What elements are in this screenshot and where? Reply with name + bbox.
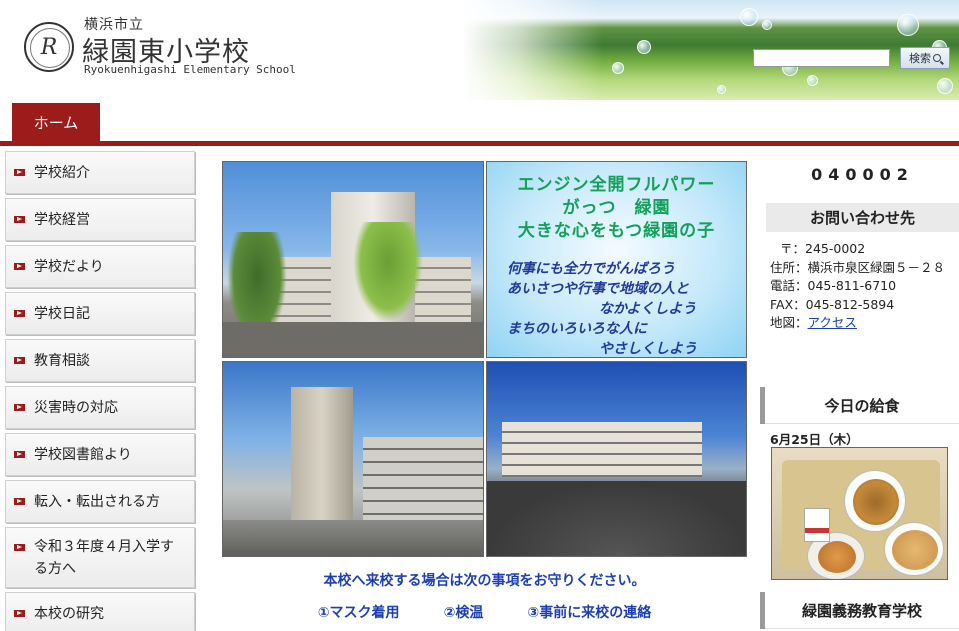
site-header: R 横浜市立 緑園東小学校 Ryokuenhigashi Elementary … <box>0 0 959 100</box>
sidebar-item-school-management[interactable]: 学校経営 <box>5 198 195 241</box>
bubble-decoration <box>612 62 624 74</box>
visitor-rules: ①マスク着用 ②検温 ③事前に来校の連絡 <box>222 602 747 622</box>
arrow-bullet-icon <box>14 216 25 223</box>
sidebar-item-school-diary[interactable]: 学校日記 <box>5 292 195 335</box>
contact-heading: お問い合わせ先 <box>766 203 959 232</box>
lunch-photo <box>771 447 948 580</box>
bubble-decoration <box>807 75 818 86</box>
arrow-bullet-icon <box>14 169 25 176</box>
school-grounds-photo <box>486 361 747 557</box>
bubble-decoration <box>740 8 758 26</box>
arrow-bullet-icon <box>14 310 25 317</box>
arrow-bullet-icon <box>14 357 25 364</box>
school-emblem-logo: R <box>24 22 74 72</box>
search-button[interactable]: 検索 <box>900 47 950 69</box>
school-building-photo-1 <box>222 161 484 358</box>
bubble-decoration <box>897 14 919 36</box>
bubble-decoration <box>717 85 726 94</box>
access-map-link[interactable]: アクセス <box>808 315 857 330</box>
sidebar-item-new-students[interactable]: 令和３年度４月入学する方へ <box>5 527 195 588</box>
school-name-english: Ryokuenhigashi Elementary School <box>84 63 296 76</box>
rule-mask: ①マスク着用 <box>317 605 400 621</box>
sidebar-item-research[interactable]: 本校の研究 <box>5 592 195 631</box>
search-input[interactable] <box>753 49 890 67</box>
sidebar-item-school-intro[interactable]: 学校紹介 <box>5 151 195 194</box>
milk-carton <box>804 508 830 542</box>
bubble-decoration <box>637 40 651 54</box>
sidebar-item-newsletter[interactable]: 学校だより <box>5 245 195 288</box>
arrow-bullet-icon <box>14 404 25 411</box>
arrow-bullet-icon <box>14 544 25 551</box>
lunch-date: 6月25日（木） <box>770 432 859 447</box>
sidebar-item-library[interactable]: 学校図書館より <box>5 433 195 476</box>
arrow-bullet-icon <box>14 263 25 270</box>
search-icon <box>933 54 941 62</box>
global-nav: ホーム <box>0 100 959 146</box>
nav-home-tab[interactable]: ホーム <box>12 103 100 141</box>
sidebar-item-disaster-response[interactable]: 災害時の対応 <box>5 386 195 429</box>
visitor-notice: 本校へ来校する場合は次の事項をお守りください。 <box>323 573 646 589</box>
bubble-decoration <box>937 78 953 94</box>
rule-temperature: ②検温 <box>443 605 484 621</box>
sidebar-item-counseling[interactable]: 教育相談 <box>5 339 195 382</box>
bubble-decoration <box>762 20 772 30</box>
contact-info: 〒：245-0002 住所：横浜市泉区緑園５－２８ 電話：045-811-671… <box>770 241 946 330</box>
visitor-counter: 040002 <box>811 165 914 184</box>
sidebar-menu: 学校紹介 学校経営 学校だより 学校日記 教育相談 災害時の対応 学校図書館より… <box>5 151 195 631</box>
arrow-bullet-icon <box>14 610 25 617</box>
compulsory-school-link[interactable]: 緑園義務教育学校 <box>760 592 959 629</box>
today-lunch-heading: 今日の給食 <box>760 387 959 424</box>
sidebar-item-transfer[interactable]: 転入・転出される方 <box>5 480 195 523</box>
arrow-bullet-icon <box>14 498 25 505</box>
arrow-bullet-icon <box>14 451 25 458</box>
rule-contact: ③事前に来校の連絡 <box>527 605 652 621</box>
school-building-photo-2 <box>222 361 484 557</box>
school-slogan-panel: エンジン全開フルパワー がっつ 緑園 大きな心をもつ緑園の子 何事にも全力でがん… <box>486 161 747 358</box>
